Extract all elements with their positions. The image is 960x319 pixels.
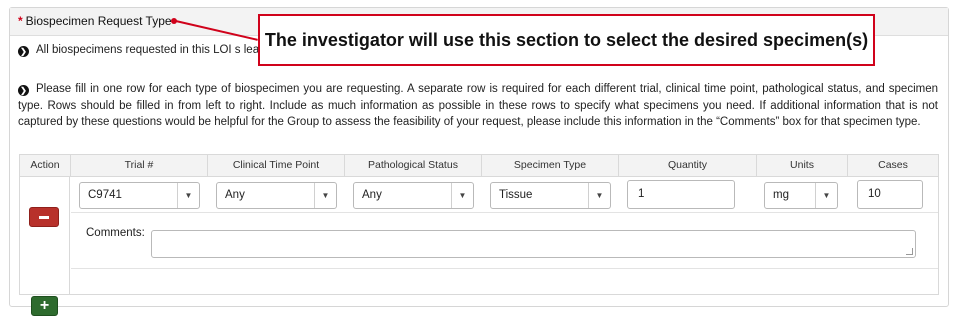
- pathological-status-select[interactable]: Any ▼: [353, 182, 474, 209]
- clinical-time-point-value: Any: [225, 189, 245, 201]
- add-row-button[interactable]: +: [31, 296, 58, 316]
- chevron-down-icon: ▼: [314, 183, 336, 208]
- header-trial: Trial #: [71, 155, 208, 177]
- clinical-time-point-select[interactable]: Any ▼: [216, 182, 337, 209]
- instruction-text-2: Please fill in one row for each type of …: [18, 83, 938, 128]
- pathological-status-value: Any: [362, 189, 382, 201]
- chevron-down-icon: ▼: [451, 183, 473, 208]
- header-specimen-type: Specimen Type: [482, 155, 619, 177]
- comments-textarea[interactable]: [151, 230, 916, 258]
- trial-select-value: C9741: [88, 189, 122, 201]
- units-value: mg: [773, 189, 789, 201]
- specimen-type-value: Tissue: [499, 189, 533, 201]
- header-action: Action: [20, 155, 71, 177]
- header-cases: Cases: [878, 159, 908, 171]
- resize-grip-icon[interactable]: [906, 248, 913, 255]
- row-divider: [71, 212, 938, 213]
- action-column: +: [20, 177, 70, 316]
- header-clinical-time-point: Clinical Time Point: [208, 155, 345, 177]
- units-select[interactable]: mg ▼: [764, 182, 838, 209]
- remove-row-button[interactable]: [29, 207, 59, 227]
- cases-input[interactable]: 10: [857, 180, 923, 209]
- chevron-down-icon: ▼: [815, 183, 837, 208]
- trial-select[interactable]: C9741 ▼: [79, 182, 200, 209]
- table-header-row: Action Trial # Clinical Time Point Patho…: [20, 155, 938, 177]
- row-divider: [71, 268, 938, 269]
- annotation-callout: The investigator will use this section t…: [258, 14, 875, 66]
- section-title: * Biospecimen Request Type: [18, 14, 172, 28]
- chevron-down-icon: ▼: [177, 183, 199, 208]
- required-marker: *: [18, 14, 23, 28]
- header-units: Units: [757, 155, 848, 177]
- specimen-request-table: Action Trial # Clinical Time Point Patho…: [19, 154, 939, 316]
- header-quantity: Quantity: [619, 155, 757, 177]
- callout-text: The investigator will use this section t…: [264, 29, 869, 50]
- chevron-right-circle-icon: ❯: [18, 85, 29, 96]
- comments-label: Comments:: [86, 227, 145, 239]
- chevron-down-icon: ▼: [588, 183, 610, 208]
- chevron-right-circle-icon: ❯: [18, 46, 29, 57]
- instruction-paragraph-2: ❯ Please fill in one row for each type of…: [18, 81, 938, 131]
- header-pathological-status: Pathological Status: [345, 155, 482, 177]
- quantity-input[interactable]: 1: [627, 180, 735, 209]
- section-title-text: Biospecimen Request Type: [25, 14, 172, 28]
- specimen-type-select[interactable]: Tissue ▼: [490, 182, 611, 209]
